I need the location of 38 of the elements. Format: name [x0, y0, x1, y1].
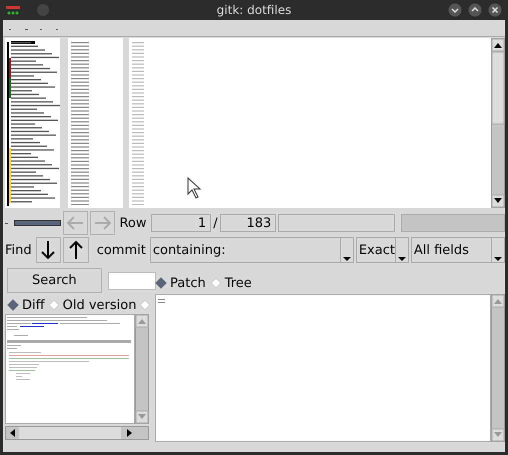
window-menu-icon[interactable] — [36, 3, 50, 17]
search-field[interactable] — [108, 272, 156, 290]
find-next-button[interactable] — [36, 237, 62, 263]
radio-label[interactable]: Diff — [22, 298, 45, 312]
search-button[interactable]: Search — [7, 268, 102, 293]
vertical-scrollbar[interactable] — [491, 38, 505, 208]
close-icon[interactable] — [488, 3, 502, 17]
find-label: Find — [4, 242, 33, 258]
find-previous-button[interactable] — [63, 237, 89, 263]
minimize-icon[interactable] — [448, 3, 462, 17]
find-mode-dropdown[interactable]: containing: — [150, 237, 354, 263]
file-list-drawing — [158, 298, 166, 304]
arrow-left-icon — [66, 215, 84, 231]
match-dropdown[interactable]: Exact — [356, 237, 409, 263]
app-icon — [6, 5, 20, 15]
window-title: gitk: dotfiles — [216, 3, 292, 17]
mouse-pointer-icon — [187, 177, 201, 199]
find-type-label: commit — [96, 242, 147, 258]
row-total-field: 183 — [220, 214, 276, 232]
radio-label[interactable]: Tree — [224, 276, 252, 290]
vertical-scrollbar[interactable] — [135, 314, 149, 424]
dropdown-arrow-icon — [398, 256, 406, 262]
dropdown-arrow-icon — [342, 256, 351, 262]
arrow-up-icon — [68, 240, 84, 260]
fields-dropdown[interactable]: All fields — [410, 237, 506, 263]
row-label: Row — [118, 216, 148, 230]
horizontal-scrollbar[interactable] — [5, 426, 149, 440]
radio-button[interactable] — [7, 299, 19, 311]
radio-label[interactable]: Patch — [170, 276, 206, 290]
maximize-icon[interactable] — [468, 3, 482, 17]
dropdown-arrow-icon — [494, 256, 502, 262]
row-separator: / — [213, 216, 218, 230]
arrow-down-icon — [40, 240, 56, 260]
radio-button[interactable] — [155, 277, 167, 289]
arrow-right-icon — [94, 215, 112, 231]
vertical-scrollbar[interactable] — [491, 294, 505, 442]
radio-label[interactable]: Old version — [62, 298, 136, 312]
row-field[interactable]: 1 — [150, 214, 212, 232]
